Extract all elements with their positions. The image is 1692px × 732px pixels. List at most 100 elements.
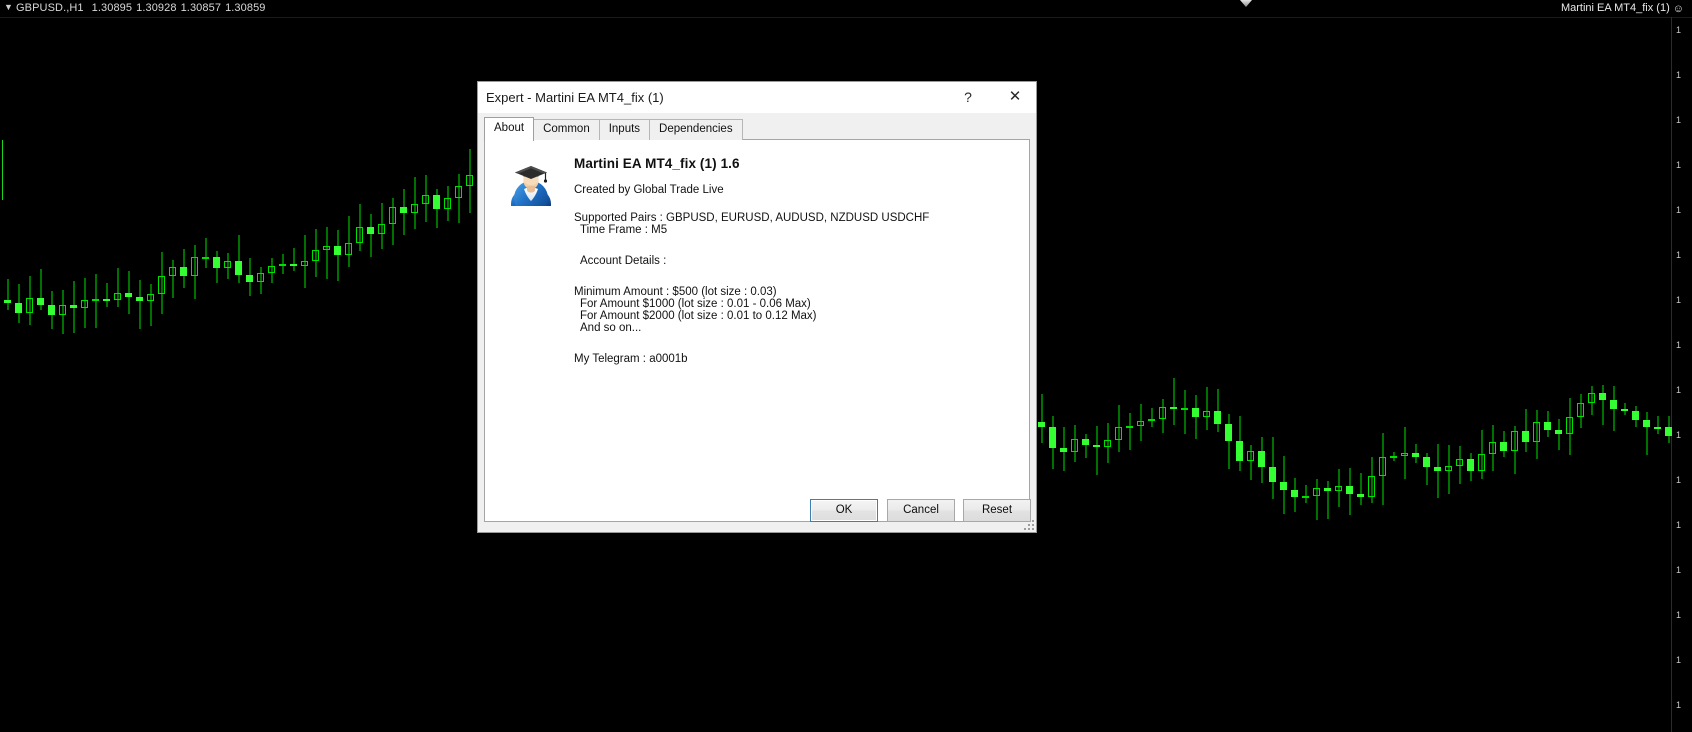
candlestick bbox=[81, 277, 88, 328]
candle-body bbox=[1511, 430, 1518, 452]
candlestick bbox=[1082, 433, 1089, 458]
caret-down-icon[interactable]: ▼ bbox=[4, 2, 13, 12]
candlestick bbox=[37, 268, 44, 311]
candlestick bbox=[4, 278, 11, 311]
candle-body bbox=[1390, 455, 1397, 458]
chart-price-scale[interactable]: 1 1 1 1 1 1 1 1 1 1 1 1 1 1 1 1 bbox=[1671, 17, 1692, 732]
reset-button[interactable]: Reset bbox=[963, 499, 1031, 522]
candle-body bbox=[15, 302, 22, 313]
candlestick bbox=[1478, 429, 1485, 479]
candlestick bbox=[1610, 385, 1617, 432]
dialog-title-text: Expert - Martini EA MT4_fix (1) bbox=[486, 90, 664, 105]
candlestick bbox=[15, 283, 22, 323]
about-panel: Martini EA MT4_fix (1) 1.6 Created by Gl… bbox=[485, 140, 1029, 381]
candlestick bbox=[455, 174, 462, 224]
candle-body bbox=[1225, 424, 1232, 442]
resize-grip[interactable] bbox=[1024, 520, 1034, 530]
candlestick bbox=[191, 245, 198, 300]
candle-body bbox=[169, 266, 176, 276]
candle-body bbox=[367, 227, 374, 234]
candlestick bbox=[202, 237, 209, 268]
tab-dependencies[interactable]: Dependencies bbox=[649, 119, 743, 140]
candlestick bbox=[1654, 416, 1661, 435]
candle-wick bbox=[1129, 412, 1130, 451]
candle-body bbox=[1445, 466, 1452, 472]
price-scale-tick: 1 bbox=[1672, 475, 1692, 486]
chart-price-low: 1.30857 bbox=[180, 2, 222, 14]
candlestick bbox=[169, 259, 176, 298]
candle-wick bbox=[1184, 390, 1185, 434]
chart-price-close: 1.30859 bbox=[225, 2, 266, 14]
tab-about[interactable]: About bbox=[484, 117, 535, 141]
candle-wick bbox=[205, 237, 206, 268]
about-amount-1000: For Amount $1000 (lot size : 0.01 - 0.06… bbox=[580, 298, 811, 310]
candle-body bbox=[1247, 451, 1254, 461]
candle-body bbox=[1610, 400, 1617, 409]
candle-body bbox=[1434, 466, 1441, 472]
candlestick bbox=[70, 281, 77, 334]
candle-body bbox=[1280, 481, 1287, 491]
help-icon[interactable]: ? bbox=[947, 82, 989, 112]
candle-body bbox=[191, 257, 198, 276]
close-icon[interactable]: ✕ bbox=[994, 82, 1036, 112]
candlestick bbox=[290, 248, 297, 272]
candle-body bbox=[1555, 429, 1562, 435]
candlestick bbox=[1247, 444, 1254, 481]
candlestick bbox=[1225, 414, 1232, 469]
dialog-tab-page: Martini EA MT4_fix (1) 1.6 Created by Gl… bbox=[484, 139, 1030, 522]
candlestick bbox=[26, 276, 33, 325]
candlestick bbox=[235, 234, 242, 284]
price-scale-tick: 1 bbox=[1672, 295, 1692, 306]
candlestick bbox=[1170, 378, 1177, 425]
resize-grip-dot bbox=[1032, 520, 1034, 522]
candle-body bbox=[1258, 451, 1265, 468]
candle-body bbox=[1522, 430, 1529, 442]
candle-wick bbox=[326, 226, 327, 280]
candle-wick bbox=[348, 215, 349, 267]
about-telegram: My Telegram : a0001b bbox=[574, 353, 688, 365]
candle-body bbox=[1071, 439, 1078, 453]
candle-body bbox=[1313, 488, 1320, 497]
candle-body bbox=[1368, 476, 1375, 498]
ok-button[interactable]: OK bbox=[810, 499, 878, 522]
candlestick bbox=[1049, 415, 1056, 469]
chart-left-edge-line bbox=[2, 140, 3, 200]
cancel-button[interactable]: Cancel bbox=[887, 499, 955, 522]
dialog-title-bar[interactable]: Expert - Martini EA MT4_fix (1) ? ✕ bbox=[478, 82, 1036, 113]
candlestick bbox=[1577, 394, 1584, 429]
candlestick bbox=[345, 215, 352, 267]
candle-body bbox=[1126, 425, 1133, 428]
candlestick bbox=[334, 230, 341, 281]
candle-body bbox=[26, 298, 33, 313]
chart-symbol-label: GBPUSD.,H1 bbox=[16, 2, 84, 14]
candle-body bbox=[136, 297, 143, 301]
candle-body bbox=[103, 298, 110, 301]
candle-wick bbox=[128, 270, 129, 315]
candle-wick bbox=[1360, 473, 1361, 506]
candle-body bbox=[279, 264, 286, 267]
candle-body bbox=[1038, 422, 1045, 428]
candle-body bbox=[1170, 407, 1177, 410]
candlestick bbox=[400, 189, 407, 236]
candlestick bbox=[103, 283, 110, 308]
about-amount-2000: For Amount $2000 (lot size : 0.01 to 0.1… bbox=[580, 310, 817, 322]
dialog-button-bar: OK Cancel Reset bbox=[478, 499, 1036, 522]
candle-wick bbox=[1096, 426, 1097, 475]
candle-body bbox=[345, 243, 352, 256]
candlestick bbox=[1599, 384, 1606, 426]
tab-common[interactable]: Common bbox=[533, 119, 600, 140]
candlestick bbox=[1445, 445, 1452, 494]
candlestick bbox=[1500, 431, 1507, 458]
candle-body bbox=[1093, 445, 1100, 448]
candle-wick bbox=[1085, 433, 1086, 458]
candle-wick bbox=[293, 248, 294, 272]
candlestick bbox=[1258, 436, 1265, 483]
candle-body bbox=[1632, 410, 1639, 420]
candle-body bbox=[1335, 486, 1342, 492]
tab-inputs[interactable]: Inputs bbox=[598, 119, 651, 140]
candle-body bbox=[1456, 458, 1463, 467]
price-scale-tick: 1 bbox=[1672, 340, 1692, 351]
candle-wick bbox=[1316, 478, 1317, 520]
price-scale-tick: 1 bbox=[1672, 565, 1692, 576]
candlestick bbox=[356, 204, 363, 252]
